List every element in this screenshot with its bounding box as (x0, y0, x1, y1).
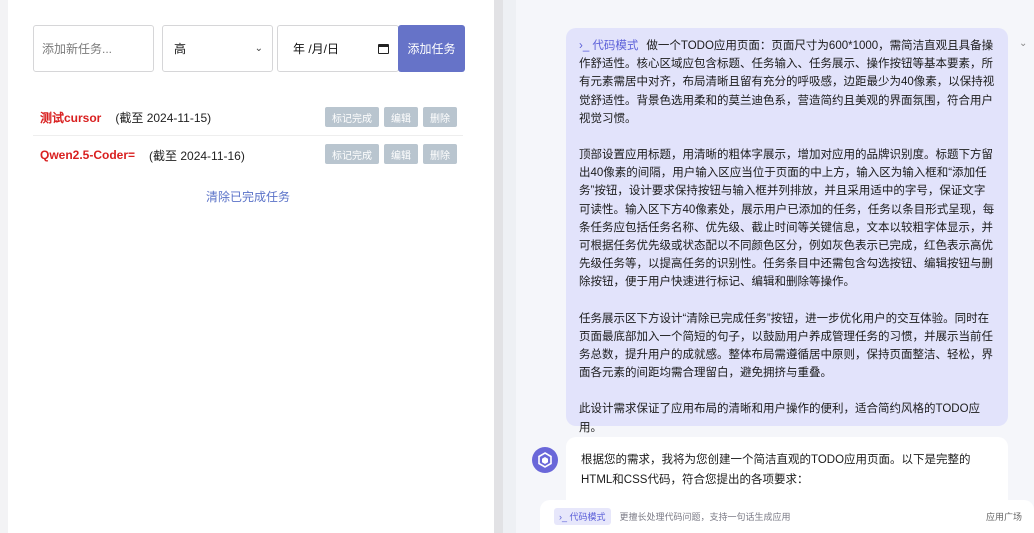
add-task-button[interactable]: 添加任务 (398, 25, 465, 72)
user-message-paragraph: 任务展示区下方设计“清除已完成任务”按钮，进一步优化用户的交互体验。同时在页面最… (579, 312, 993, 380)
scroll-down-arrow-icon[interactable]: ↓ (774, 468, 780, 482)
message-composer[interactable]: ›_ 代码模式 更擅长处理代码问题，支持一句话生成应用 应用广场 (540, 500, 1034, 533)
user-message-paragraph: 顶部设置应用标题，用清晰的粗体字展示，增加对应用的品牌识别度。标题下方留出40像… (579, 149, 995, 289)
calendar-icon[interactable] (378, 43, 389, 54)
bot-avatar-icon (532, 447, 558, 473)
task-name: Qwen2.5-Coder= (40, 148, 136, 162)
edit-button[interactable]: 编辑 (384, 107, 418, 127)
collapse-chevron-icon[interactable]: ⌄ (1019, 38, 1027, 49)
task-actions: 标记完成 编辑 删除 (325, 107, 457, 127)
app-plaza-link[interactable]: 应用广场 (986, 510, 1022, 523)
code-mode-chip[interactable]: ›_ 代码模式 (554, 508, 611, 525)
delete-button[interactable]: 删除 (423, 107, 457, 127)
clear-completed-button[interactable]: 清除已完成任务 (33, 188, 463, 205)
task-due-date: (截至 2024-11-16) (149, 148, 245, 163)
due-date-input[interactable]: 年 /月/日 (277, 25, 399, 72)
priority-value: 高 (174, 42, 187, 56)
task-item: Qwen2.5-Coder= (截至 2024-11-16) 标记完成 编辑 删… (33, 137, 463, 173)
user-message-paragraph: ›_ 代码模式 做一个TODO应用页面：页面尺寸为600*1000，需简洁直观且具… (579, 37, 995, 128)
chevron-down-icon: ⌄ (254, 43, 263, 54)
mark-complete-button[interactable]: 标记完成 (325, 144, 379, 164)
mark-complete-button[interactable]: 标记完成 (325, 107, 379, 127)
task-due-date: (截至 2024-11-15) (115, 111, 212, 125)
edit-button[interactable]: 编辑 (384, 144, 418, 164)
code-mode-tag: ›_ 代码模式 (579, 40, 639, 52)
user-message: ›_ 代码模式 做一个TODO应用页面：页面尺寸为600*1000，需简洁直观且具… (566, 28, 1008, 434)
date-value: 年 /月/日 (293, 42, 340, 56)
composer-placeholder: 更擅长处理代码问题，支持一句话生成应用 (619, 512, 791, 522)
add-task-label: 添加任务 (407, 41, 456, 56)
task-item: 测试cursor (截至 2024-11-15) 标记完成 编辑 删除 (33, 100, 463, 136)
chat-pane: ›_ 代码模式 做一个TODO应用页面：页面尺寸为600*1000，需简洁直观且具… (516, 0, 1034, 533)
delete-button[interactable]: 删除 (423, 144, 457, 164)
priority-select[interactable]: 高 ⌄ (162, 25, 273, 72)
task-name: 测试cursor (40, 111, 102, 125)
preview-scrollbar[interactable] (494, 0, 503, 533)
preview-pane: 高 ⌄ 年 /月/日 添加任务 测试cursor (截至 2024-11-15)… (0, 0, 503, 533)
task-name-input[interactable] (33, 25, 154, 72)
paragraph-text: 做一个TODO应用页面：页面尺寸为600*1000，需简洁直观且具备操作舒适性。… (579, 40, 995, 125)
todo-app-frame: 高 ⌄ 年 /月/日 添加任务 测试cursor (截至 2024-11-15)… (8, 0, 494, 533)
user-message-paragraph: 此设计需求保证了应用布局的清晰和用户操作的便利，适合简约风格的TODO应用。 (579, 403, 981, 434)
task-actions: 标记完成 编辑 删除 (325, 144, 457, 164)
